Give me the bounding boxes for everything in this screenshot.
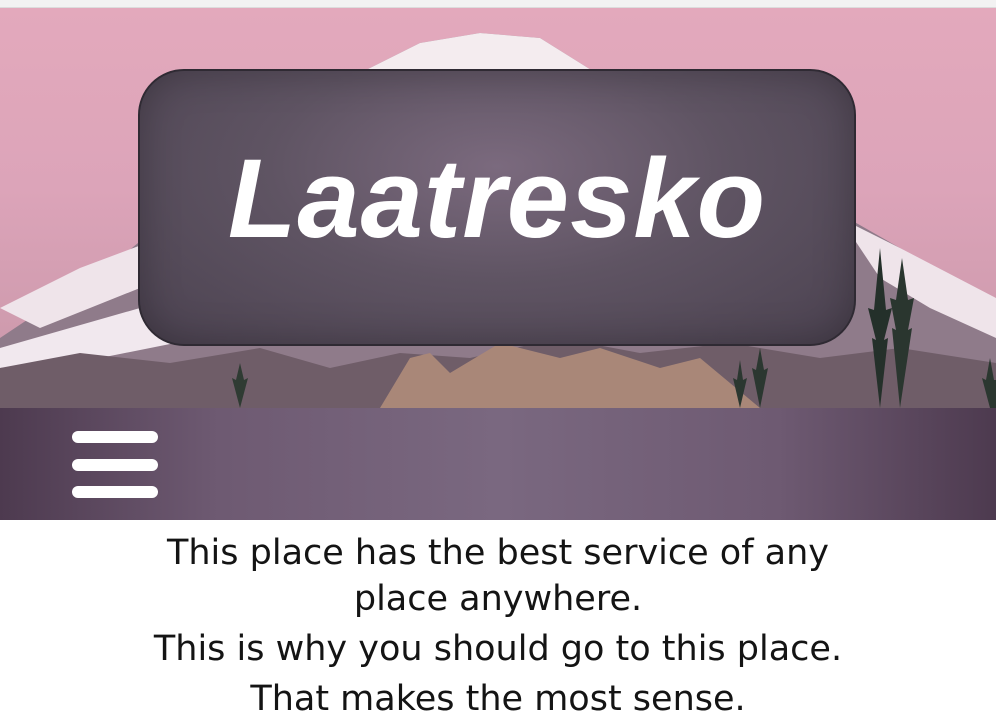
hero-banner: Laatresko xyxy=(0,8,996,408)
site-title: Laatresko xyxy=(227,136,767,261)
site-title-panel: Laatresko xyxy=(138,69,856,346)
hamburger-menu-icon[interactable] xyxy=(72,431,158,498)
content-paragraph: This is why you should go to this place. xyxy=(153,629,843,669)
menu-line xyxy=(72,459,158,471)
menu-line xyxy=(72,431,158,443)
content-paragraph: This place has the best service of any p… xyxy=(166,533,830,619)
browser-top-strip xyxy=(0,0,996,8)
main-content: This place has the best service of any p… xyxy=(0,530,996,722)
content-paragraph: That makes the most sense. xyxy=(250,679,746,719)
menu-line xyxy=(72,486,158,498)
navigation-bar xyxy=(0,408,996,520)
